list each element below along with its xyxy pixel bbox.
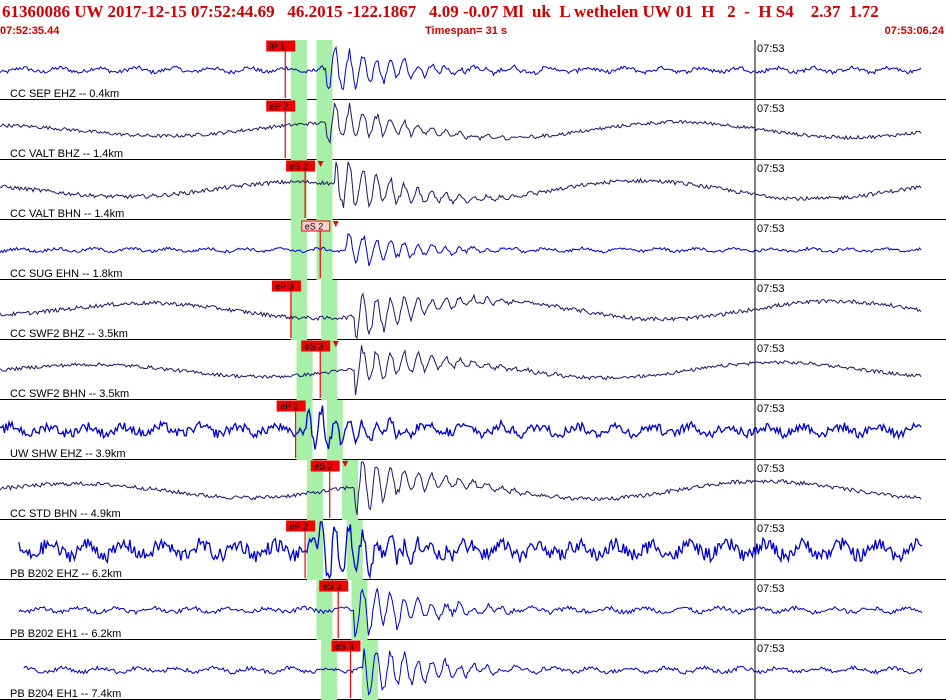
station-label: PB B204 EH1 -- 7.4km xyxy=(10,688,121,700)
pick-label: eS 2 xyxy=(305,222,324,232)
waveform xyxy=(0,233,922,267)
minute-label: 07:53 xyxy=(757,163,785,175)
trace-row[interactable]: 07:53 eP 2 CC VALT BHZ -- 1.4km xyxy=(0,100,946,160)
seismogram-panel[interactable]: 07:53 iP 1 CC SEP EHZ -- 0.4km 07:53 eP 2 CC … xyxy=(0,40,946,700)
minute-label: 07:53 xyxy=(757,583,785,595)
station-label: CC VALT BHN -- 1.4km xyxy=(10,208,124,220)
event-title: 61360086 UW 2017-12-15 07:52:44.69 46.20… xyxy=(2,2,879,21)
trace-row[interactable]: 07:53 iP 1 CC SEP EHZ -- 0.4km xyxy=(0,40,946,100)
station-label: CC SWF2 BHN -- 3.5km xyxy=(10,388,129,400)
trace-row[interactable]: 07:53 eS 2 CC SUG EHN -- 1.8km xyxy=(0,220,946,280)
pick-label: eP 2 xyxy=(280,402,298,412)
minute-label: 07:53 xyxy=(757,523,785,535)
s-window xyxy=(316,160,333,220)
minute-label: 07:53 xyxy=(757,343,785,355)
pick-label: eS 3 xyxy=(323,582,342,592)
end-time: 07:53:06.24 xyxy=(884,25,944,37)
timespan-label: Timespan= 31 s xyxy=(425,25,508,37)
trace-row[interactable]: 07:53 eP 3 CC SWF2 BHZ -- 3.5km xyxy=(0,280,946,340)
waveform xyxy=(18,521,923,580)
minute-label: 07:53 xyxy=(757,283,785,295)
pick-label: eS 2 xyxy=(314,462,333,472)
trace-row[interactable]: 07:53 eP 2 PB B202 EHZ -- 6.2km xyxy=(0,520,946,580)
s-window xyxy=(321,280,338,340)
station-label: PB B202 EHZ -- 6.2km xyxy=(10,568,122,580)
minute-label: 07:53 xyxy=(757,403,785,415)
station-label: CC SUG EHN -- 1.8km xyxy=(10,268,122,280)
waveform xyxy=(0,292,922,340)
trace-row[interactable]: 07:53 eS 2 CC STD BHN -- 4.9km xyxy=(0,460,946,520)
pick-label: eS 3 xyxy=(305,342,324,352)
station-label: CC SEP EHZ -- 0.4km xyxy=(10,88,119,100)
station-label: CC STD BHN -- 4.9km xyxy=(10,508,121,520)
station-label: PB B202 EH1 -- 6.2km xyxy=(10,628,121,640)
waveform xyxy=(18,588,923,638)
minute-label: 07:53 xyxy=(757,43,785,55)
trace-row[interactable]: 07:53 eP 2 UW SHW EHZ -- 3.9km xyxy=(0,400,946,460)
minute-label: 07:53 xyxy=(757,463,785,475)
s-window xyxy=(342,460,359,520)
start-time: 07:52:35.44 xyxy=(0,25,60,37)
trace-row[interactable]: 07:53 eS 3 PB B204 EH1 -- 7.4km xyxy=(0,640,946,700)
station-label: CC VALT BHZ -- 1.4km xyxy=(10,148,123,160)
trace-row[interactable]: 07:53 eS 2 CC VALT BHN -- 1.4km xyxy=(0,160,946,220)
waveform xyxy=(23,648,923,696)
pick-label: eP 3 xyxy=(275,282,293,292)
pick-label: eS 3 xyxy=(335,642,354,652)
event-header: 61360086 UW 2017-12-15 07:52:44.69 46.20… xyxy=(0,0,946,40)
minute-label: 07:53 xyxy=(757,223,785,235)
theoretical-arrival-icon xyxy=(332,221,339,227)
pick-label: iP 1 xyxy=(270,42,285,52)
s-window xyxy=(326,400,343,460)
station-label: UW SHW EHZ -- 3.9km xyxy=(10,448,126,460)
pick-label: eP 2 xyxy=(270,102,288,112)
s-window xyxy=(316,100,333,160)
trace-row[interactable]: 07:53 eS 3 PB B202 EH1 -- 6.2km xyxy=(0,580,946,640)
trace-row[interactable]: 07:53 eS 3 CC SWF2 BHN -- 3.5km xyxy=(0,340,946,400)
station-label: CC SWF2 BHZ -- 3.5km xyxy=(10,328,128,340)
pick-label: eP 2 xyxy=(290,522,308,532)
minute-label: 07:53 xyxy=(757,103,785,115)
minute-label: 07:53 xyxy=(757,643,785,655)
pick-label: eS 2 xyxy=(290,162,309,172)
